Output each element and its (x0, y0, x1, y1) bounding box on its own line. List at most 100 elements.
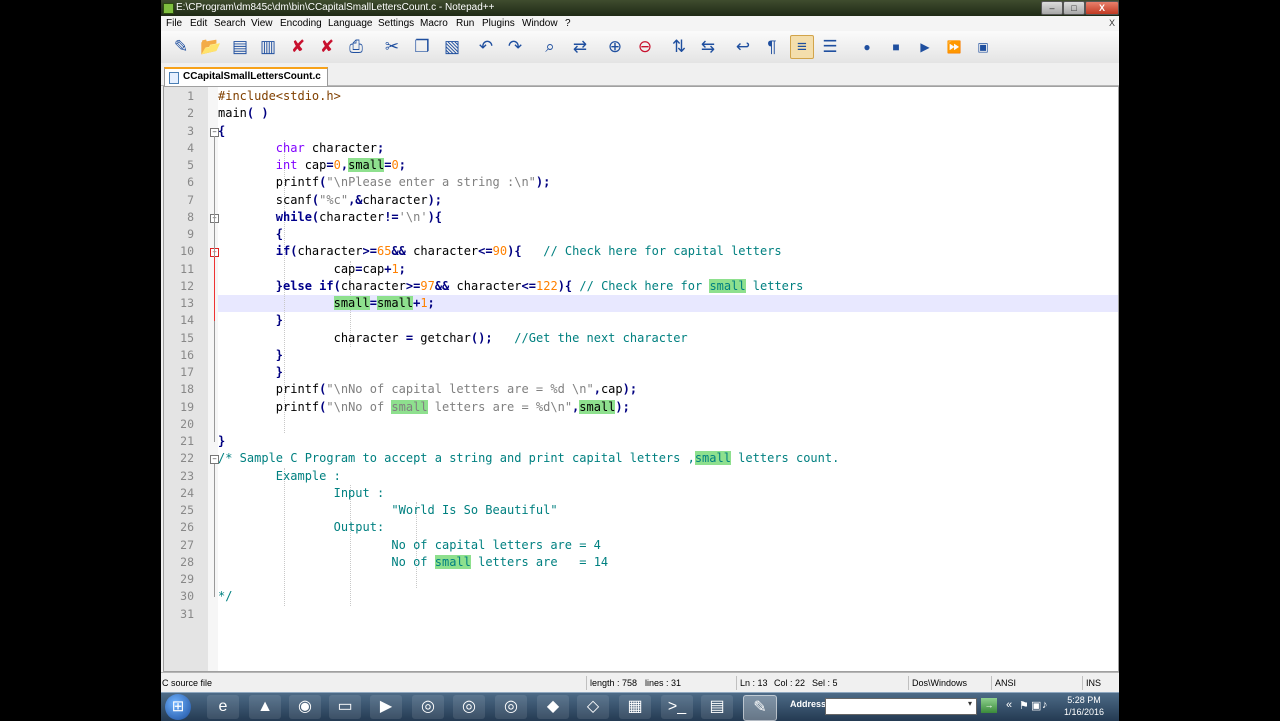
code-line[interactable]: printf("\nNo of small letters are = %d\n… (218, 399, 630, 416)
menu-file[interactable]: File (166, 16, 182, 31)
code-line[interactable]: Output: (218, 519, 385, 536)
code-line[interactable]: } (218, 347, 283, 364)
code-line[interactable]: */ (218, 588, 232, 605)
chrome-2-icon[interactable]: ◎ (453, 695, 485, 719)
code-line[interactable]: "World Is So Beautiful" (218, 502, 557, 519)
code-line[interactable]: while(character!='\n'){ (218, 209, 442, 226)
menu-settings[interactable]: Settings (378, 16, 414, 31)
menu-edit[interactable]: Edit (190, 16, 207, 31)
save-macro-icon[interactable]: ▣ (972, 36, 994, 58)
code-line[interactable]: #include<stdio.h> (218, 88, 341, 105)
cut-icon[interactable]: ✂ (381, 36, 403, 58)
tray-flag-icon[interactable]: ⚑ (1019, 699, 1029, 712)
close-document-button[interactable]: X (1109, 16, 1115, 31)
code-line[interactable]: main( ) (218, 105, 269, 122)
find-icon[interactable]: ⌕ (539, 36, 561, 58)
app-blue-icon[interactable]: ◇ (577, 695, 609, 719)
close-window-button[interactable]: X (1085, 1, 1119, 15)
code-line[interactable]: } (218, 433, 225, 450)
start-recording-icon[interactable]: ● (856, 36, 878, 58)
tray-network-icon[interactable]: ▣ (1031, 699, 1041, 712)
app-window-icon[interactable]: ▤ (701, 695, 733, 719)
code-line[interactable]: char character; (218, 140, 384, 157)
code-line[interactable]: } (218, 364, 283, 381)
app-red-icon[interactable]: ◆ (537, 695, 569, 719)
maximize-button[interactable]: □ (1063, 1, 1085, 15)
sync-vertical-icon[interactable]: ⇅ (668, 36, 690, 58)
chrome-icon[interactable]: ◎ (412, 695, 444, 719)
zoom-in-icon[interactable]: ⊕ (604, 36, 626, 58)
code-line[interactable]: printf("\nPlease enter a string :\n"); (218, 174, 551, 191)
address-input[interactable] (825, 698, 977, 715)
notepadpp-window: E:\CProgram\dm845c\dm\bin\CCapitalSmallL… (161, 0, 1119, 693)
internet-explorer-icon[interactable]: e (207, 695, 239, 719)
code-line[interactable]: /* Sample C Program to accept a string a… (218, 450, 839, 467)
vlc-icon[interactable]: ▲ (249, 695, 281, 719)
tray-expand-icon[interactable]: « (1006, 699, 1012, 711)
run-macro-multiple-icon[interactable]: ⏩ (943, 36, 965, 58)
menu-macro[interactable]: Macro (420, 16, 448, 31)
address-go-button[interactable]: → (981, 698, 997, 713)
title-bar[interactable]: E:\CProgram\dm845c\dm\bin\CCapitalSmallL… (161, 0, 1119, 16)
copy-icon[interactable]: ❐ (411, 36, 433, 58)
open-file-icon[interactable]: 📂 (200, 36, 222, 58)
file-explorer-icon[interactable]: ▭ (329, 695, 361, 719)
print-icon[interactable]: ⎙ (345, 36, 367, 58)
tab-ccapitalsmallletterscount[interactable]: CCapitalSmallLettersCount.c (164, 67, 328, 86)
minimize-button[interactable]: – (1041, 1, 1063, 15)
menu-search[interactable]: Search (214, 16, 246, 31)
document-map-icon[interactable]: ☰ (819, 36, 841, 58)
fold-margin[interactable]: −−−− (208, 87, 219, 671)
start-button[interactable]: ⊞ (165, 694, 191, 720)
notepadpp-icon[interactable]: ✎ (743, 695, 777, 721)
menu-language[interactable]: Language (328, 16, 373, 31)
chrome-3-icon[interactable]: ◎ (495, 695, 527, 719)
address-dropdown-icon[interactable]: ▾ (968, 699, 972, 708)
code-line[interactable]: int cap=0,small=0; (218, 157, 406, 174)
menu-plugins[interactable]: Plugins (482, 16, 515, 31)
code-line[interactable]: character = getchar(); //Get the next ch… (218, 330, 688, 347)
code-line[interactable]: { (218, 123, 225, 140)
code-line[interactable]: scanf("%c",&character); (218, 192, 442, 209)
code-area[interactable]: #include<stdio.h> main( ){ char character… (218, 87, 1118, 671)
undo-icon[interactable]: ↶ (475, 36, 497, 58)
zoom-out-icon[interactable]: ⊖ (634, 36, 656, 58)
tray-volume-icon[interactable]: ♪ (1042, 699, 1048, 711)
code-line[interactable]: Example : (218, 468, 341, 485)
new-file-icon[interactable]: ✎ (170, 36, 192, 58)
menu-help[interactable]: ? (565, 16, 571, 31)
close-all-icon[interactable]: ✘ (316, 36, 338, 58)
redo-icon[interactable]: ↷ (504, 36, 526, 58)
paste-icon[interactable]: ▧ (441, 36, 463, 58)
stop-recording-icon[interactable]: ■ (885, 36, 907, 58)
clock[interactable]: 5:28 PM 1/16/2016 (1054, 694, 1114, 718)
media-player-icon[interactable]: ▶ (370, 695, 402, 719)
code-line[interactable]: if(character>=65&& character<=90){ // Ch… (218, 243, 782, 260)
code-line[interactable]: printf("\nNo of capital letters are = %d… (218, 381, 637, 398)
code-line[interactable]: No of small letters are = 14 (218, 554, 608, 571)
save-all-icon[interactable]: ▥ (257, 36, 279, 58)
word-wrap-icon[interactable]: ↩ (732, 36, 754, 58)
show-all-characters-icon[interactable]: ¶ (761, 36, 783, 58)
code-line[interactable]: { (218, 226, 283, 243)
code-line[interactable]: }else if(character>=97&& character<=122)… (218, 278, 803, 295)
firefox-icon[interactable]: ◉ (289, 695, 321, 719)
editor[interactable]: 1 2 3 4 5 6 7 8 9 10 11 12 13 14 15 16 17 18 19 20 21 22 23 24 2… (163, 86, 1119, 672)
code-line[interactable]: } (218, 312, 283, 329)
playback-icon[interactable]: ▶ (914, 36, 936, 58)
code-line[interactable]: cap=cap+1; (218, 261, 406, 278)
command-prompt-icon[interactable]: >_ (661, 695, 693, 719)
app-chart-icon[interactable]: ▦ (619, 695, 651, 719)
close-icon[interactable]: ✘ (287, 36, 309, 58)
indent-guide-icon[interactable]: ≡ (790, 35, 814, 59)
menu-run[interactable]: Run (456, 16, 474, 31)
sync-horizontal-icon[interactable]: ⇆ (697, 36, 719, 58)
replace-icon[interactable]: ⇄ (569, 36, 591, 58)
save-icon[interactable]: ▤ (229, 36, 251, 58)
code-line[interactable]: small=small+1; (218, 295, 435, 312)
code-line[interactable]: Input : (218, 485, 385, 502)
menu-encoding[interactable]: Encoding (280, 16, 322, 31)
code-line[interactable]: No of capital letters are = 4 (218, 537, 601, 554)
menu-window[interactable]: Window (522, 16, 558, 31)
menu-view[interactable]: View (251, 16, 273, 31)
